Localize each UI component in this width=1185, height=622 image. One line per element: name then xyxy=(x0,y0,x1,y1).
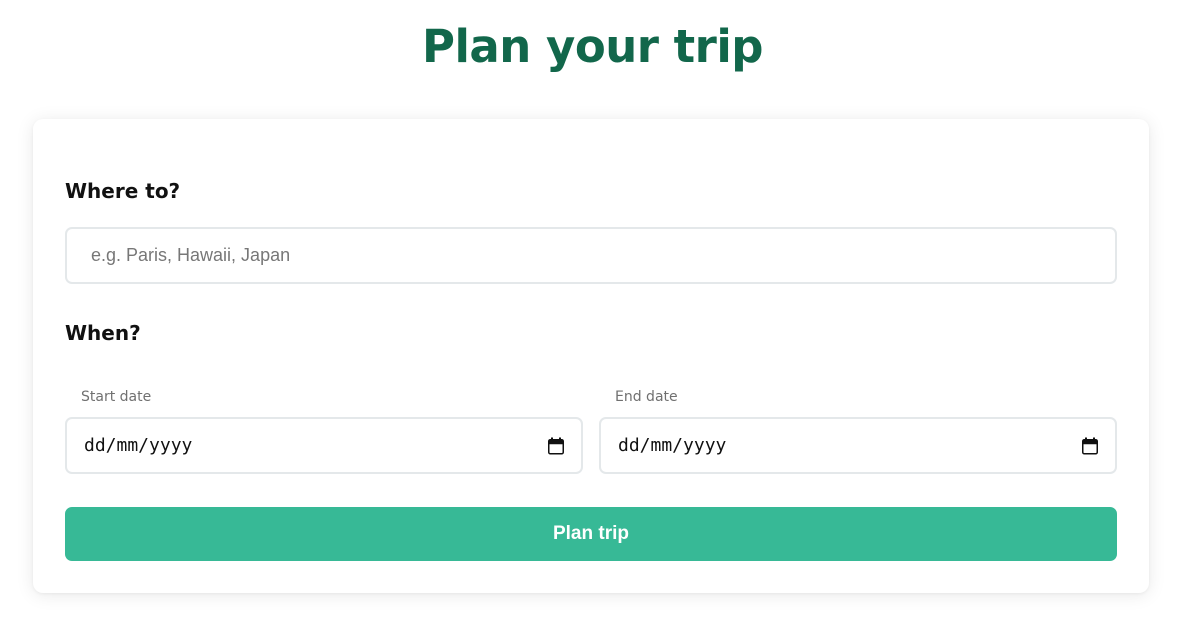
page-title: Plan your trip xyxy=(422,20,763,73)
calendar-icon[interactable] xyxy=(1081,437,1099,455)
trip-form-card: Where to? When? Start date dd/mm/yyyy En… xyxy=(33,119,1149,593)
start-date-caption: Start date xyxy=(81,389,152,405)
start-date-value: dd/mm/yyyy xyxy=(84,435,193,456)
start-date-input[interactable]: dd/mm/yyyy xyxy=(65,417,583,474)
destination-label: Where to? xyxy=(65,179,181,203)
destination-input[interactable] xyxy=(65,227,1117,284)
end-date-value: dd/mm/yyyy xyxy=(618,435,727,456)
dates-label: When? xyxy=(65,321,141,345)
calendar-icon[interactable] xyxy=(547,437,565,455)
end-date-caption: End date xyxy=(615,389,678,405)
plan-trip-button[interactable]: Plan trip xyxy=(65,507,1117,561)
end-date-input[interactable]: dd/mm/yyyy xyxy=(599,417,1117,474)
